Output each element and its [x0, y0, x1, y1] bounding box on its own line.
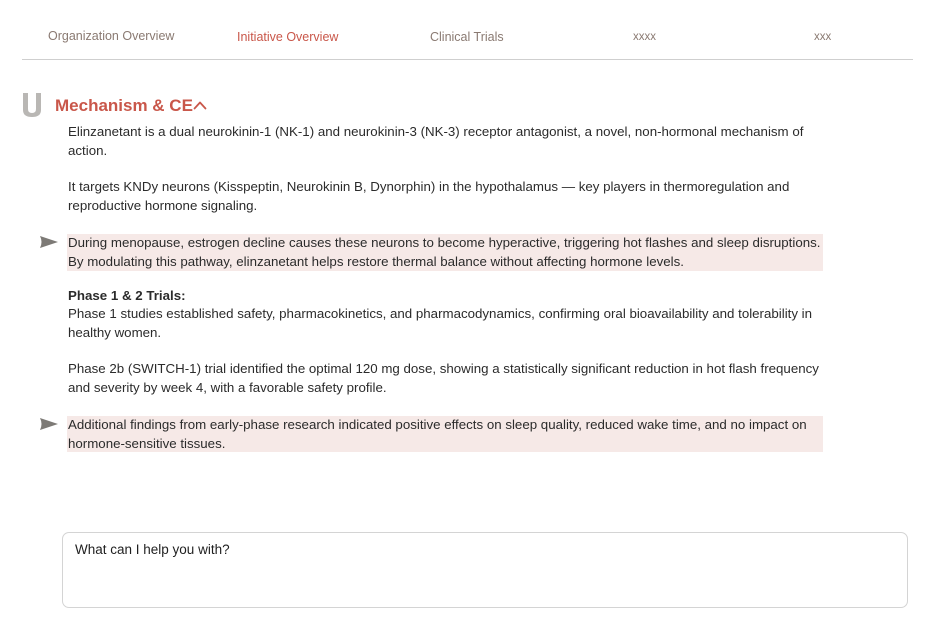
- tab-xxx[interactable]: xxx: [814, 31, 831, 43]
- flag-icon: [40, 418, 58, 430]
- section-title: Mechanism & CE: [55, 96, 193, 115]
- chat-box: [62, 532, 908, 608]
- highlight-additional-findings: Additional findings from early-phase res…: [67, 416, 823, 452]
- shield-icon: [23, 93, 41, 117]
- flag-icon: [40, 236, 58, 248]
- chat-input[interactable]: [75, 542, 895, 598]
- paragraph-phase2b: Phase 2b (SWITCH-1) trial identified the…: [68, 361, 819, 395]
- page: Organization Overview Initiative Overvie…: [0, 0, 929, 629]
- tab-organization-overview[interactable]: Organization Overview: [48, 29, 174, 43]
- tab-bar: Organization Overview Initiative Overvie…: [22, 0, 913, 60]
- chevron-up-icon[interactable]: [193, 99, 207, 111]
- paragraph-phase1: Phase 1 studies established safety, phar…: [68, 306, 813, 340]
- tab-initiative-overview[interactable]: Initiative Overview: [237, 30, 338, 44]
- tab-xxxx[interactable]: xxxx: [633, 31, 656, 43]
- tab-clinical-trials[interactable]: Clinical Trials: [430, 30, 504, 44]
- phase-heading: Phase 1 & 2 Trials:: [68, 288, 186, 303]
- highlight-menopause: During menopause, estrogen decline cause…: [67, 234, 823, 271]
- paragraph-mechanism: Elinzanetant is a dual neurokinin-1 (NK-…: [68, 124, 804, 158]
- paragraph-kndy: It targets KNDy neurons (Kisspeptin, Neu…: [68, 179, 790, 213]
